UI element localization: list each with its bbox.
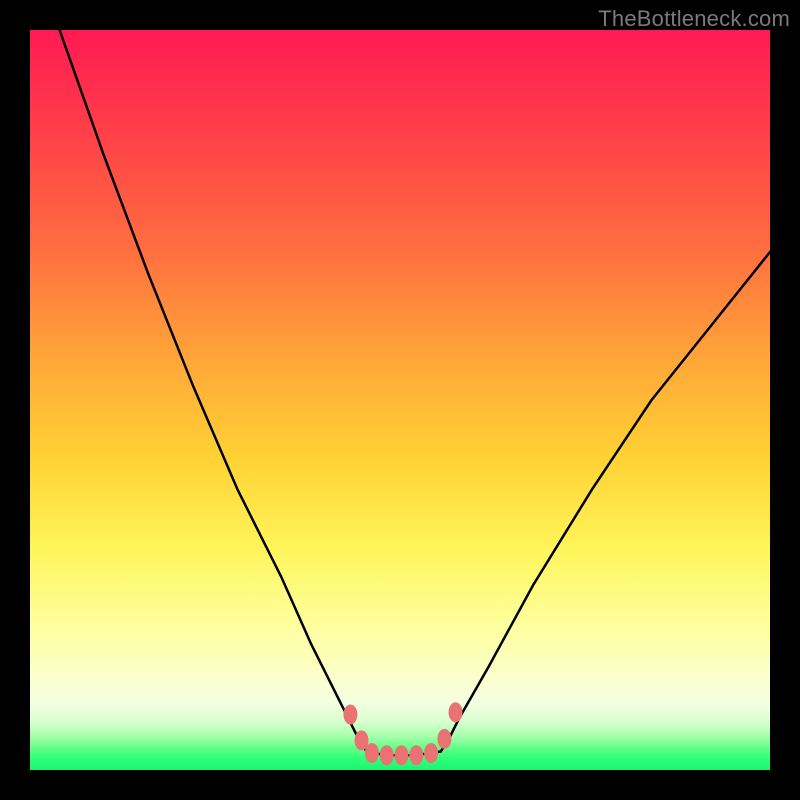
background-gradient <box>30 30 770 770</box>
watermark-text: TheBottleneck.com <box>598 6 790 32</box>
chart-frame: TheBottleneck.com <box>0 0 800 800</box>
plot-area <box>30 30 770 770</box>
